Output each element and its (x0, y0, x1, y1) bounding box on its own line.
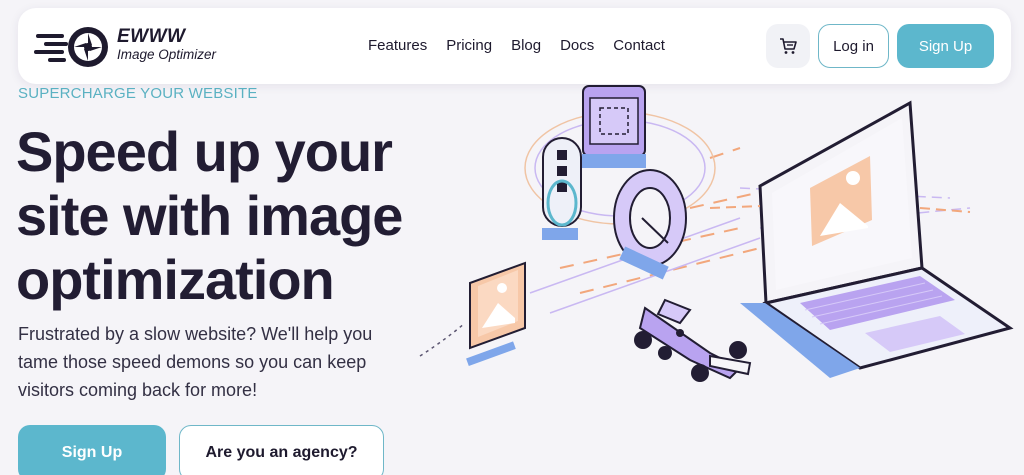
nav-link-blog[interactable]: Blog (511, 37, 541, 54)
nav-link-pricing[interactable]: Pricing (446, 37, 492, 54)
hero-eyebrow: SUPERCHARGE YOUR WEBSITE (18, 85, 258, 102)
race-car-icon (634, 298, 752, 382)
crop-box (582, 85, 646, 168)
main-nav: Features Pricing Blog Docs Contact (368, 37, 684, 54)
brand-name: EWWW (117, 26, 186, 47)
lens-ring (613, 169, 687, 280)
nav-link-features[interactable]: Features (368, 37, 427, 54)
nav-link-docs[interactable]: Docs (560, 37, 594, 54)
photo-frame-icon (419, 261, 526, 366)
nav-signup-button[interactable]: Sign Up (897, 24, 994, 68)
top-navbar: EWWW Image Optimizer Features Pricing Bl… (18, 8, 1011, 84)
hero-illustration (419, 85, 1014, 382)
hero-headline: Speed up your site with image optimizati… (16, 120, 403, 311)
agency-button[interactable]: Are you an agency? (179, 425, 384, 475)
hero-subtext: Frustrated by a slow website? We'll help… (18, 324, 373, 400)
login-button[interactable]: Log in (818, 24, 889, 68)
aperture-logo-icon (34, 27, 108, 67)
nav-link-contact[interactable]: Contact (613, 37, 665, 54)
brand-logo[interactable]: EWWW Image Optimizer (34, 22, 244, 70)
hero-signup-button[interactable]: Sign Up (18, 425, 166, 475)
brand-subtitle: Image Optimizer (117, 47, 217, 62)
cart-icon (780, 38, 797, 54)
cart-button[interactable] (766, 24, 810, 68)
checklist-pill (542, 137, 582, 240)
